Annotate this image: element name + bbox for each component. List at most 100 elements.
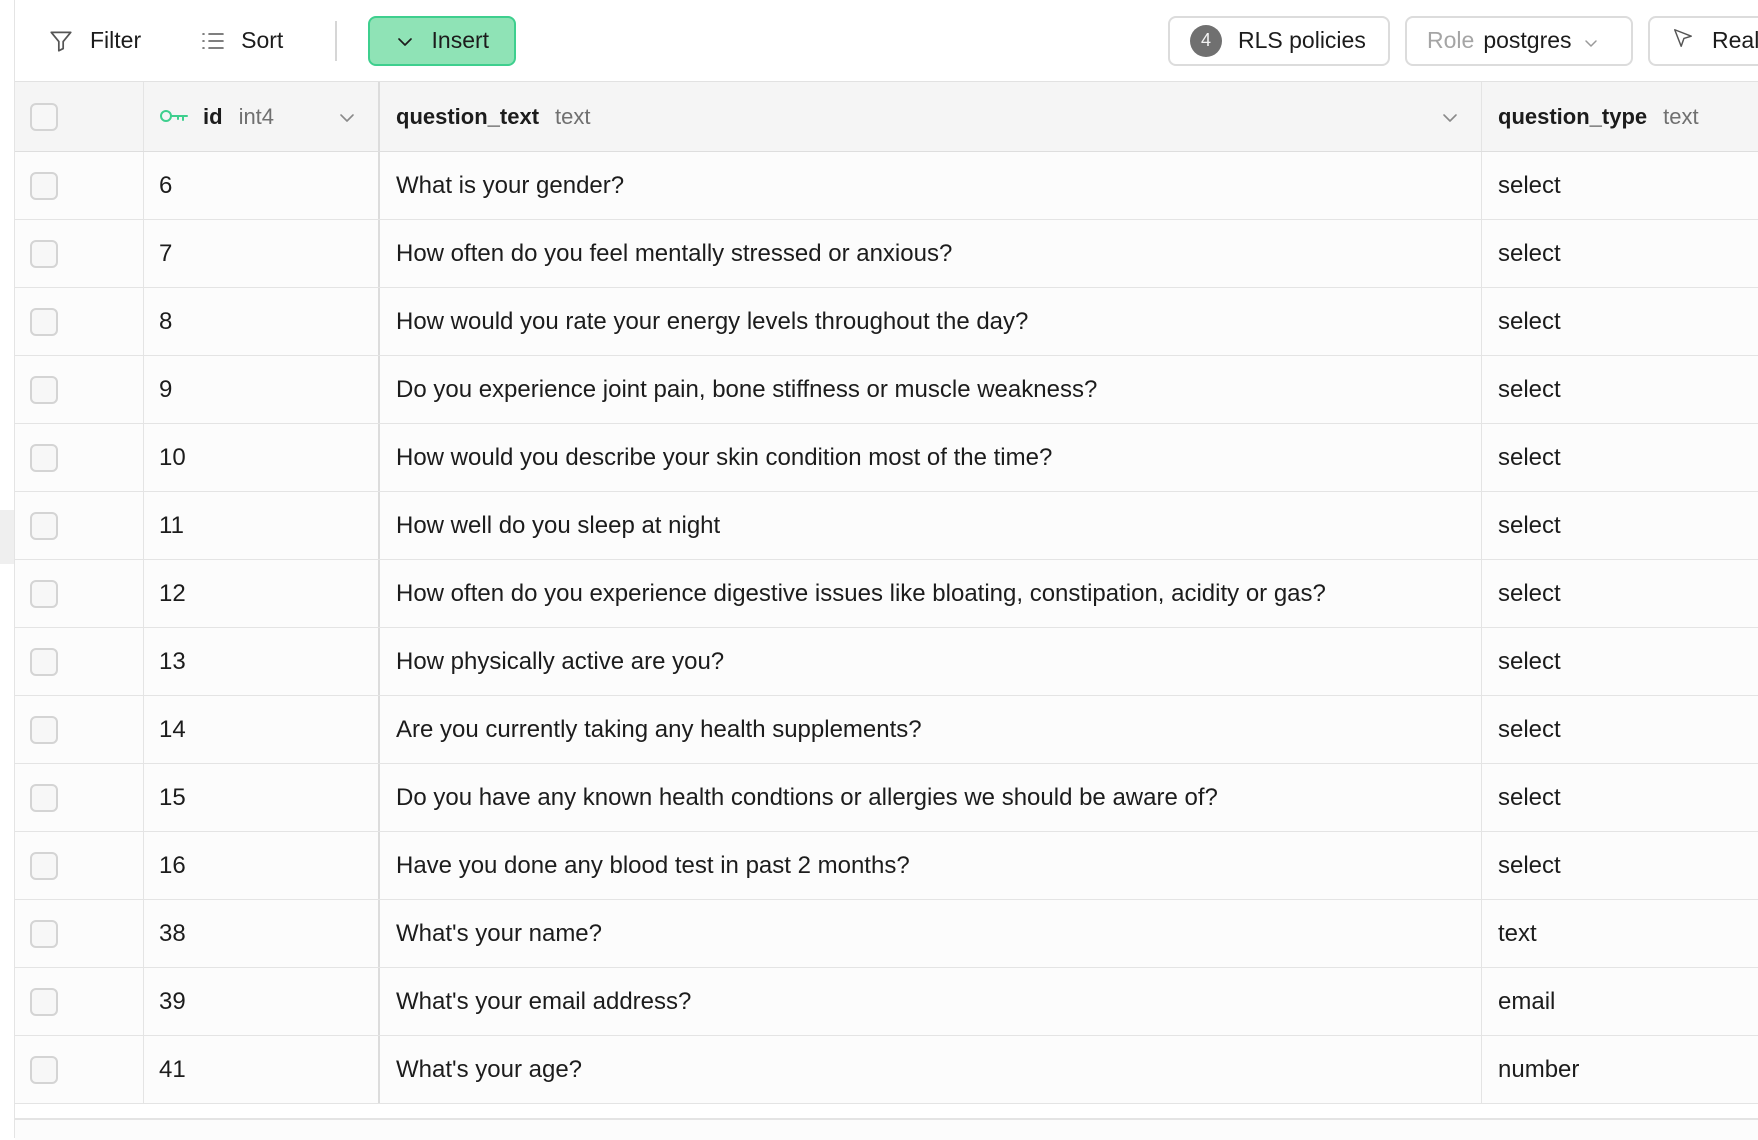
cell-question-text[interactable]: How physically active are you?	[380, 628, 1482, 695]
table-toolbar: Filter Sort Insert 4 RLS policies Role p…	[15, 0, 1758, 82]
column-name: id	[203, 103, 223, 129]
cell-question-type[interactable]: select	[1482, 764, 1758, 831]
realtime-button[interactable]: Realt	[1648, 15, 1758, 66]
cell-id[interactable]: 41	[144, 1036, 380, 1103]
rls-label: RLS policies	[1238, 27, 1366, 53]
cell-question-type[interactable]: select	[1482, 220, 1758, 287]
table-row[interactable]: 41 What's your age? number	[15, 1036, 1758, 1104]
row-checkbox[interactable]	[30, 307, 58, 336]
table-row[interactable]: 11 How well do you sleep at night select	[15, 492, 1758, 560]
cell-id[interactable]: 16	[144, 832, 380, 899]
row-select-cell	[15, 356, 144, 423]
cell-id[interactable]: 11	[144, 492, 380, 559]
table-row[interactable]: 10 How would you describe your skin condi…	[15, 424, 1758, 492]
table-row[interactable]: 9 Do you experience joint pain, bone stif…	[15, 356, 1758, 424]
role-select[interactable]: Role postgres	[1405, 15, 1633, 66]
cell-question-text[interactable]: What's your age?	[380, 1036, 1482, 1103]
row-checkbox[interactable]	[30, 1055, 58, 1084]
column-header-question-text[interactable]: question_text text	[380, 82, 1482, 151]
sort-label: Sort	[241, 27, 284, 53]
table-row[interactable]: 12 How often do you experience digestive …	[15, 560, 1758, 628]
cell-id[interactable]: 8	[144, 288, 380, 355]
cell-question-text[interactable]: How often do you experience digestive is…	[380, 560, 1482, 627]
cell-question-type[interactable]: select	[1482, 424, 1758, 491]
table-row[interactable]: 16 Have you done any blood test in past 2…	[15, 832, 1758, 900]
rls-policies-button[interactable]: 4 RLS policies	[1168, 15, 1390, 66]
cell-id[interactable]: 7	[144, 220, 380, 287]
cell-id[interactable]: 13	[144, 628, 380, 695]
grid-header-row: id int4 question_text text question_type…	[15, 82, 1758, 152]
table-row[interactable]: 39 What's your email address? email	[15, 968, 1758, 1036]
row-checkbox[interactable]	[30, 783, 58, 812]
cell-question-type[interactable]: email	[1482, 968, 1758, 1035]
cell-question-type[interactable]: select	[1482, 832, 1758, 899]
cell-question-text[interactable]: Do you experience joint pain, bone stiff…	[380, 356, 1482, 423]
realtime-label: Realt	[1712, 27, 1758, 53]
cell-question-text[interactable]: What is your gender?	[380, 152, 1482, 219]
table-row[interactable]: 6 What is your gender? select	[15, 152, 1758, 220]
row-select-cell	[15, 1036, 144, 1103]
row-select-cell	[15, 628, 144, 695]
chevron-down-icon	[396, 27, 432, 54]
cell-question-text[interactable]: What's your name?	[380, 900, 1482, 967]
row-checkbox[interactable]	[30, 375, 58, 404]
cell-id[interactable]: 39	[144, 968, 380, 1035]
cell-id[interactable]: 6	[144, 152, 380, 219]
cell-question-type[interactable]: select	[1482, 492, 1758, 559]
key-icon	[159, 103, 189, 131]
cell-question-type[interactable]: select	[1482, 696, 1758, 763]
chevron-down-icon[interactable]	[338, 103, 356, 131]
row-checkbox[interactable]	[30, 715, 58, 744]
filter-button[interactable]: Filter	[48, 17, 141, 65]
cell-question-text[interactable]: How would you describe your skin conditi…	[380, 424, 1482, 491]
cell-question-text[interactable]: How would you rate your energy levels th…	[380, 288, 1482, 355]
cell-question-type[interactable]: select	[1482, 152, 1758, 219]
cell-id[interactable]: 10	[144, 424, 380, 491]
cell-question-text[interactable]: How often do you feel mentally stressed …	[380, 220, 1482, 287]
table-row[interactable]: 38 What's your name? text	[15, 900, 1758, 968]
table-row[interactable]: 14 Are you currently taking any health su…	[15, 696, 1758, 764]
row-checkbox[interactable]	[30, 171, 58, 200]
cell-question-type[interactable]: select	[1482, 560, 1758, 627]
cell-question-text[interactable]: How well do you sleep at night	[380, 492, 1482, 559]
header-select-cell	[15, 82, 144, 151]
cell-question-type[interactable]: number	[1482, 1036, 1758, 1103]
cell-question-text[interactable]: Do you have any known health condtions o…	[380, 764, 1482, 831]
column-header-question-type[interactable]: question_type text	[1482, 82, 1758, 151]
table-row[interactable]: 15 Do you have any known health condtions…	[15, 764, 1758, 832]
cell-id[interactable]: 9	[144, 356, 380, 423]
chevron-down-icon[interactable]	[1441, 103, 1459, 131]
cell-id[interactable]: 14	[144, 696, 380, 763]
row-checkbox[interactable]	[30, 919, 58, 948]
cell-question-type[interactable]: select	[1482, 288, 1758, 355]
row-select-cell	[15, 764, 144, 831]
row-checkbox[interactable]	[30, 987, 58, 1016]
cell-question-text[interactable]: Are you currently taking any health supp…	[380, 696, 1482, 763]
row-checkbox[interactable]	[30, 851, 58, 880]
row-checkbox[interactable]	[30, 647, 58, 676]
cell-id[interactable]: 38	[144, 900, 380, 967]
chevron-down-icon	[1572, 27, 1598, 54]
row-checkbox[interactable]	[30, 443, 58, 472]
table-row[interactable]: 13 How physically active are you? select	[15, 628, 1758, 696]
cell-id[interactable]: 12	[144, 560, 380, 627]
table-row[interactable]: 8 How would you rate your energy levels t…	[15, 288, 1758, 356]
row-checkbox[interactable]	[30, 511, 58, 540]
cell-question-text[interactable]: What's your email address?	[380, 968, 1482, 1035]
select-all-checkbox[interactable]	[30, 102, 58, 131]
sort-button[interactable]: Sort	[201, 17, 283, 65]
cell-question-type[interactable]: select	[1482, 356, 1758, 423]
cell-question-text[interactable]: Have you done any blood test in past 2 m…	[380, 832, 1482, 899]
cell-question-type[interactable]: text	[1482, 900, 1758, 967]
row-checkbox[interactable]	[30, 239, 58, 268]
row-select-cell	[15, 424, 144, 491]
role-label: Role	[1427, 27, 1475, 53]
cell-id[interactable]: 15	[144, 764, 380, 831]
insert-button[interactable]: Insert	[368, 15, 517, 66]
cell-question-type[interactable]: select	[1482, 628, 1758, 695]
row-select-cell	[15, 492, 144, 559]
column-header-id[interactable]: id int4	[144, 82, 380, 151]
row-select-cell	[15, 832, 144, 899]
row-checkbox[interactable]	[30, 579, 58, 608]
table-row[interactable]: 7 How often do you feel mentally stressed…	[15, 220, 1758, 288]
